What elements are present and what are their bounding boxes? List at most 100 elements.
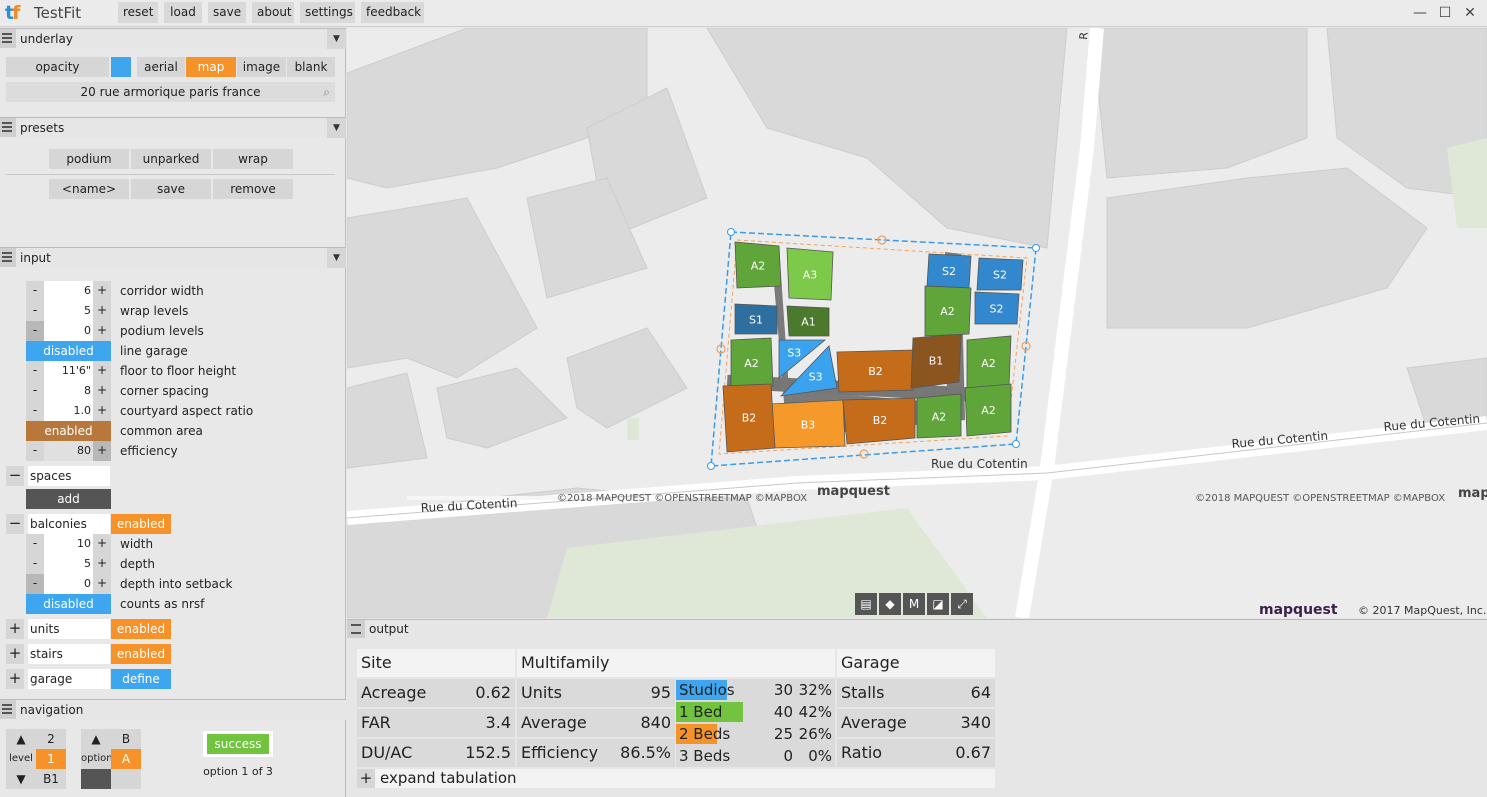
fullscreen-icon[interactable]: ⤢ (951, 593, 973, 615)
opacity-button[interactable]: opacity (6, 57, 109, 77)
unit-b3[interactable]: B3 (770, 399, 846, 449)
stairs-status-toggle[interactable]: enabled (111, 644, 171, 664)
stepper-value[interactable]: 1.0 (44, 401, 93, 421)
map-canvas[interactable]: Rue du Cotentin Rue du Cotentin Rue du C… (347, 28, 1487, 618)
blank-mode-button[interactable]: blank (287, 57, 335, 77)
decrement-button[interactable]: - (26, 301, 44, 321)
decrement-button[interactable]: - (26, 554, 44, 574)
stepper-value[interactable]: 10 (44, 534, 93, 554)
option-b[interactable]: B (111, 729, 141, 749)
load-button[interactable]: load (164, 2, 202, 23)
expand-plus-icon[interactable]: + (6, 669, 24, 689)
option-a[interactable]: A (111, 749, 141, 769)
reset-button[interactable]: reset (118, 2, 158, 23)
wrap-levels-stepper[interactable]: -5 + (26, 301, 111, 321)
level-down-button[interactable]: ▼ (6, 769, 36, 789)
settings-button[interactable]: settings (300, 2, 355, 23)
unit-b2[interactable]: B2 (722, 383, 776, 453)
stepper-value[interactable]: 80 (44, 441, 93, 461)
expand-plus-icon[interactable]: + (6, 644, 24, 664)
collapse-minus-icon[interactable]: − (6, 466, 24, 486)
preset-unparked-button[interactable]: unparked (131, 149, 211, 169)
expand-tabulation-row[interactable]: + expand tabulation (357, 769, 995, 788)
stairs-section[interactable]: + stairs enabled (6, 644, 171, 664)
navigation-panel-header[interactable]: navigation (0, 699, 346, 720)
maximize-icon[interactable]: ☐ (1435, 3, 1455, 23)
option-down-button[interactable] (81, 769, 111, 789)
level-1[interactable]: 1 (36, 749, 66, 769)
collapse-icon[interactable]: ▼ (327, 248, 346, 268)
unit-b2[interactable]: B2 (836, 349, 914, 393)
map-mode-button[interactable]: map (186, 57, 236, 77)
garage-define-button[interactable]: define (111, 669, 171, 689)
decrement-button[interactable]: - (26, 441, 44, 461)
unit-b1[interactable]: B1 (910, 333, 962, 389)
unit-a2[interactable]: A2 (924, 285, 972, 337)
unit-a2[interactable]: A2 (734, 241, 782, 289)
preset-podium-button[interactable]: podium (49, 149, 129, 169)
common-area-toggle[interactable]: enabled (26, 421, 111, 441)
search-icon[interactable]: ⌕ (323, 82, 330, 102)
preset-name-input[interactable]: <name> (49, 179, 129, 199)
floor-height-stepper[interactable]: -11'6" + (26, 361, 111, 381)
presets-panel-header[interactable]: presets ▼ (0, 117, 346, 138)
units-status-toggle[interactable]: enabled (111, 619, 171, 639)
expand-plus-icon[interactable]: + (6, 619, 24, 639)
increment-button[interactable]: + (93, 554, 111, 574)
unit-a2[interactable]: A2 (964, 383, 1012, 437)
menu-icon[interactable] (2, 122, 12, 132)
map-svg[interactable]: Rue du Cotentin Rue du Cotentin Rue du C… (347, 28, 1487, 618)
aerial-mode-button[interactable]: aerial (137, 57, 185, 77)
decrement-button[interactable]: - (26, 574, 44, 594)
expand-plus-icon[interactable]: + (357, 769, 375, 788)
unit-b2[interactable]: B2 (842, 397, 916, 445)
corridor-width-stepper[interactable]: -6 + (26, 281, 111, 301)
save-button[interactable]: save (208, 2, 246, 23)
unit-a3[interactable]: A3 (786, 247, 834, 301)
collapse-minus-icon[interactable]: − (6, 514, 24, 534)
increment-button[interactable]: + (93, 574, 111, 594)
decrement-button[interactable]: - (26, 321, 44, 341)
level-up-button[interactable]: ▲ (6, 729, 36, 749)
increment-button[interactable]: + (93, 281, 111, 301)
counts-nrsf-toggle[interactable]: disabled (26, 594, 111, 614)
menu-icon[interactable] (351, 624, 361, 634)
close-icon[interactable]: ✕ (1460, 3, 1480, 23)
unit-a2[interactable]: A2 (966, 335, 1012, 391)
collapse-icon[interactable]: ▼ (327, 29, 346, 49)
output-panel-header[interactable]: output (347, 619, 1487, 639)
list-icon[interactable]: ▤ (855, 593, 877, 615)
unit-s2[interactable]: S2 (976, 257, 1024, 291)
level-b1[interactable]: B1 (36, 769, 66, 789)
decrement-button[interactable]: - (26, 381, 44, 401)
stepper-value[interactable]: 5 (44, 301, 93, 321)
underlay-panel-header[interactable]: underlay ▼ (0, 28, 346, 49)
stepper-value[interactable]: 0 (44, 574, 93, 594)
garage-section[interactable]: + garage define (6, 669, 171, 689)
increment-button[interactable]: + (93, 401, 111, 421)
courtyard-ratio-stepper[interactable]: -1.0 + (26, 401, 111, 421)
menu-icon[interactable] (2, 704, 12, 714)
menu-icon[interactable] (2, 33, 12, 43)
balcony-width-stepper[interactable]: -10 + (26, 534, 111, 554)
corner-spacing-stepper[interactable]: -8 + (26, 381, 111, 401)
collapse-icon[interactable]: ▼ (327, 118, 346, 138)
decrement-button[interactable]: - (26, 534, 44, 554)
stepper-value[interactable]: 6 (44, 281, 93, 301)
units-section[interactable]: + units enabled (6, 619, 171, 639)
unit-a1[interactable]: A1 (786, 305, 830, 337)
measure-icon[interactable]: ◪ (927, 593, 949, 615)
spaces-section[interactable]: − spaces (6, 466, 170, 486)
balconies-section[interactable]: − balconies enabled (6, 514, 171, 534)
stepper-value[interactable]: 11'6" (44, 361, 93, 381)
add-space-button[interactable]: add (26, 489, 111, 509)
increment-button[interactable]: + (93, 381, 111, 401)
image-mode-button[interactable]: image (237, 57, 286, 77)
menu-icon[interactable] (2, 252, 12, 262)
unit-s2[interactable]: S2 (974, 291, 1020, 325)
increment-button[interactable]: + (93, 321, 111, 341)
increment-button[interactable]: + (93, 534, 111, 554)
balcony-depth-stepper[interactable]: -5 + (26, 554, 111, 574)
balconies-status-toggle[interactable]: enabled (111, 514, 171, 534)
cube-icon[interactable]: ◆ (879, 593, 901, 615)
